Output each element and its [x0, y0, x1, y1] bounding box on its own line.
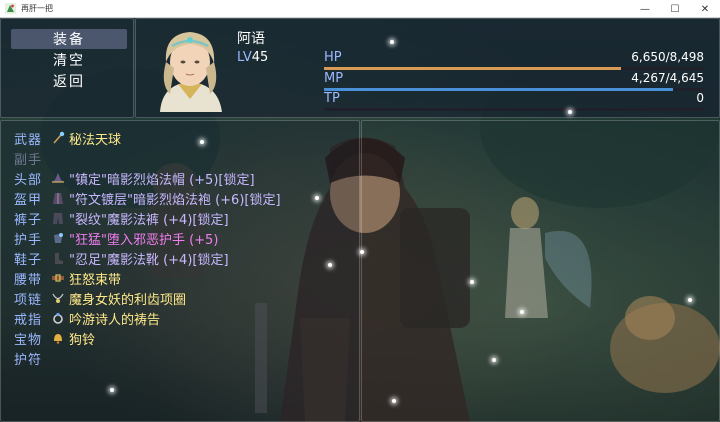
equip-item-name: 吟游诗人的祷告 — [69, 312, 161, 328]
equip-item-name: 秘法天球 — [69, 132, 122, 148]
equip-slot-row[interactable]: 副手 — [14, 148, 354, 168]
equip-item-name: 魔身女妖的利齿项圈 — [69, 292, 187, 308]
equip-slot-row[interactable]: 腰带 狂怒束带 — [14, 268, 354, 288]
sparkle — [392, 399, 396, 403]
actor-name: 阿语 — [237, 31, 265, 47]
hp-track — [324, 67, 704, 70]
sparkle — [520, 310, 524, 314]
menu-item-back[interactable]: 返回 — [11, 71, 127, 91]
level-value: 45 — [251, 50, 269, 65]
mp-label: MP — [324, 71, 344, 86]
equip-slot-row[interactable]: 裤子 "裂纹"魔影法裤 (+4)[锁定] — [14, 208, 354, 228]
gauntlet-icon — [50, 230, 66, 246]
mp-gauge: MP 4,267/4,645 — [324, 71, 704, 91]
character-portrait — [160, 32, 222, 112]
equip-slot-row[interactable]: 宝物 狗铃 — [14, 328, 354, 348]
item-list-panel — [361, 120, 720, 422]
equip-slot-row[interactable]: 护符 — [14, 348, 354, 368]
equip-slot-name: 戒指 — [14, 312, 43, 328]
sparkle — [568, 110, 572, 114]
sparkle — [390, 40, 394, 44]
staff-icon — [50, 130, 66, 146]
equip-slot-row[interactable]: 头部 "镇定"暗影烈焰法帽 (+5)[锁定] — [14, 168, 354, 188]
equip-slot-name: 腰带 — [14, 272, 43, 288]
game-app-icon — [5, 3, 16, 14]
sparkle — [315, 196, 319, 200]
sparkle — [110, 388, 114, 392]
tp-gauge: TP 0 — [324, 91, 704, 111]
belt-icon — [50, 270, 66, 286]
sparkle — [360, 250, 364, 254]
window-titlebar: 再肝一把 — ☐ ✕ — [0, 0, 720, 18]
equip-item-name: "裂纹"魔影法裤 (+4)[锁定] — [69, 212, 229, 228]
mp-value: 4,267/4,645 — [631, 71, 704, 85]
equip-slot-row[interactable]: 项链 魔身女妖的利齿项圈 — [14, 288, 354, 308]
close-button[interactable]: ✕ — [690, 0, 720, 18]
hp-gauge: HP 6,650/8,498 — [324, 50, 704, 70]
sparkle — [688, 298, 692, 302]
equip-slot-name: 护符 — [14, 352, 43, 368]
equip-item-name: "忍足"魔影法靴 (+4)[锁定] — [69, 252, 229, 268]
hp-value: 6,650/8,498 — [631, 50, 704, 64]
boots-icon — [50, 250, 66, 266]
equip-slot-name: 鞋子 — [14, 252, 43, 268]
hp-fill — [324, 67, 622, 70]
equip-item-name: 狂怒束带 — [69, 272, 122, 288]
bell-icon — [50, 330, 66, 346]
equip-slot-row[interactable]: 鞋子 "忍足"魔影法靴 (+4)[锁定] — [14, 248, 354, 268]
ring-icon — [50, 310, 66, 326]
equip-slot-name: 头部 — [14, 172, 43, 188]
equip-slot-row[interactable]: 盔甲 "符文镀层"暗影烈焰法袍 (+6)[锁定] — [14, 188, 354, 208]
sparkle — [328, 263, 332, 267]
equip-slot-name: 宝物 — [14, 332, 43, 348]
equip-slot-row[interactable]: 护手 "狂猛"堕入邪恶护手 (+5) — [14, 228, 354, 248]
robe-icon — [50, 190, 66, 206]
equip-slot-name: 护手 — [14, 232, 43, 248]
equip-item-name: 狗铃 — [69, 332, 96, 348]
level-label: LV — [237, 50, 252, 65]
equip-item-name: "狂猛"堕入邪恶护手 (+5) — [69, 232, 219, 248]
necklace-icon — [50, 290, 66, 306]
sparkle — [470, 280, 474, 284]
tp-value: 0 — [696, 91, 704, 105]
command-panel: 装备 清空 返回 — [0, 18, 134, 118]
hat-icon — [50, 170, 66, 186]
tp-track — [324, 108, 704, 111]
tp-label: TP — [324, 91, 340, 106]
menu-item-equip[interactable]: 装备 — [11, 29, 127, 49]
pants-icon — [50, 210, 66, 226]
actor-level: LV45 — [237, 50, 268, 65]
equip-item-name: "镇定"暗影烈焰法帽 (+5)[锁定] — [69, 172, 255, 188]
minimize-button[interactable]: — — [630, 0, 660, 18]
equip-slot-name: 项链 — [14, 292, 43, 308]
equip-slot-name: 盔甲 — [14, 192, 43, 208]
equip-slot-name: 副手 — [14, 152, 43, 168]
window-title: 再肝一把 — [21, 4, 53, 13]
maximize-button[interactable]: ☐ — [660, 0, 690, 18]
hp-label: HP — [324, 50, 342, 65]
menu-item-clear[interactable]: 清空 — [11, 50, 127, 70]
equip-slot-name: 裤子 — [14, 212, 43, 228]
sparkle — [492, 358, 496, 362]
sparkle — [200, 140, 204, 144]
game-viewport: 装备 清空 返回 阿语 LV45 HP 6,650/8,498 MP 4,267… — [0, 18, 720, 422]
equip-item-name: "符文镀层"暗影烈焰法袍 (+6)[锁定] — [69, 192, 281, 208]
equip-slot-row[interactable]: 武器 秘法天球 — [14, 128, 354, 148]
equip-slot-row[interactable]: 戒指 吟游诗人的祷告 — [14, 308, 354, 328]
equip-slot-name: 武器 — [14, 132, 43, 148]
